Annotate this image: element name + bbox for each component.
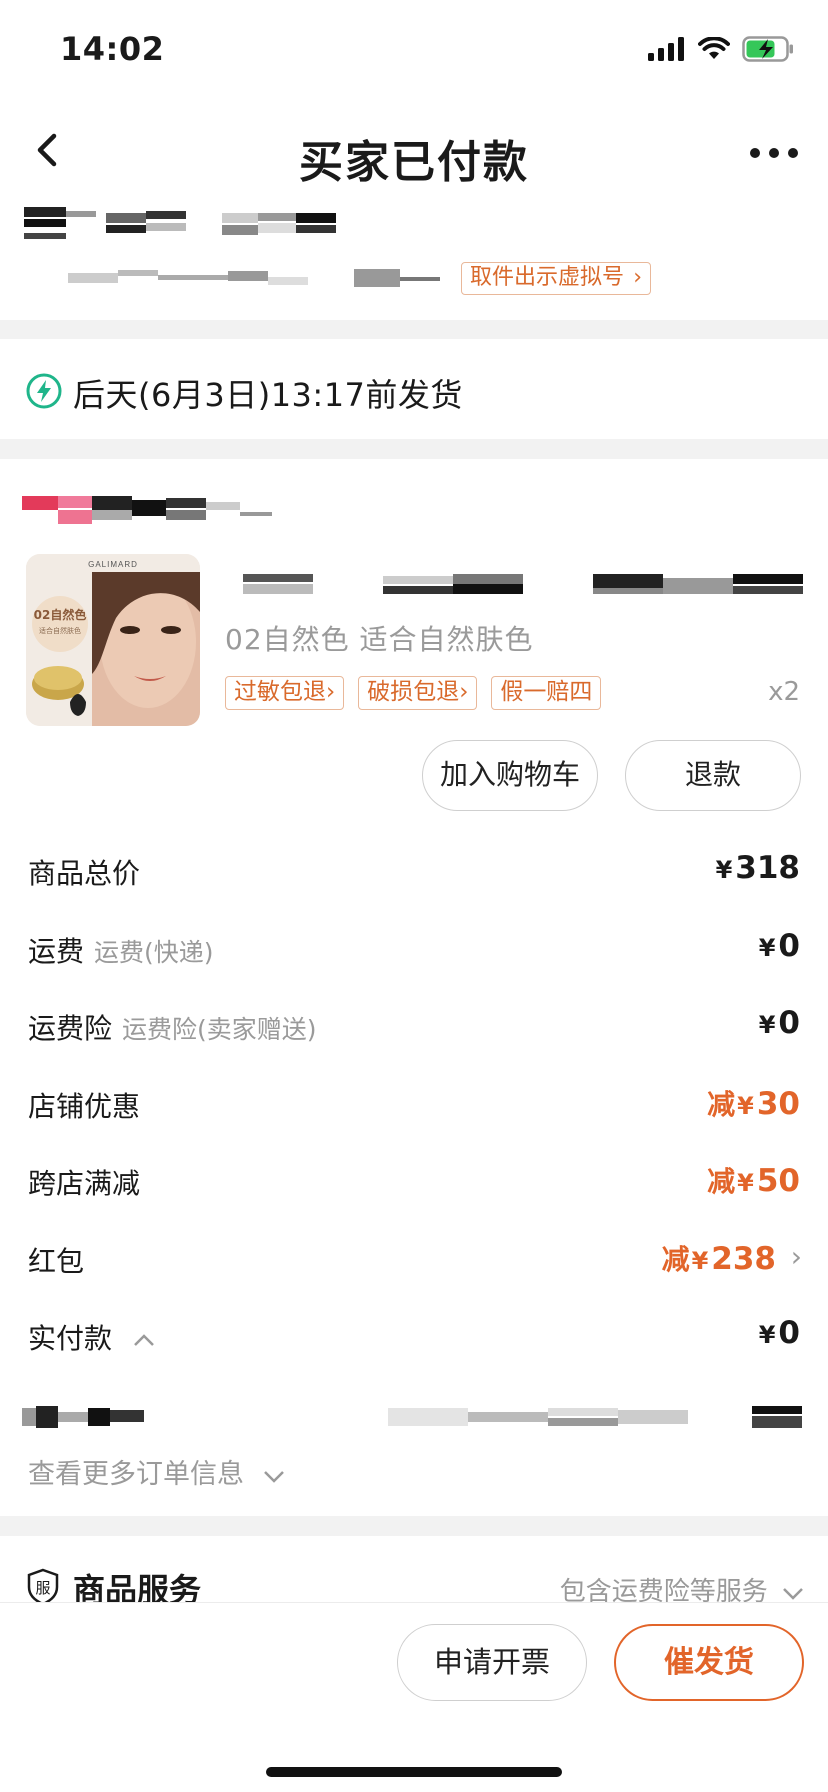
cross-store-label: 跨店满减	[28, 1167, 141, 1200]
product-spec: 02自然色 适合自然肤色	[225, 623, 534, 656]
wifi-icon	[698, 37, 730, 59]
cross-store-value: 减¥50	[707, 1163, 800, 1199]
price-row-shipping: 运费 运费(快递) ¥0	[0, 928, 828, 970]
paid-label: 实付款	[28, 1317, 155, 1357]
service-icon-char: 服	[35, 1579, 50, 1597]
shop-discount-value: 减¥30	[707, 1086, 800, 1122]
tag-allergy-return[interactable]: 过敏包退›	[225, 676, 345, 710]
price-row-red-packet[interactable]: 红包 减¥238 ›	[0, 1240, 828, 1280]
add-to-cart-button[interactable]: 加入购物车	[422, 740, 598, 811]
redacted-product-title	[243, 574, 803, 594]
shipping-fee-sub: 运费(快递)	[94, 938, 214, 967]
chevron-up-icon	[134, 1334, 154, 1346]
price-row-cross-store: 跨店满减 减¥50	[0, 1162, 828, 1202]
lightning-icon	[26, 373, 62, 409]
product-image[interactable]: GALIMARD 02自然色 适合自然肤色	[26, 554, 200, 726]
shipping-deadline: 后天(6月3日)13:17前发货	[73, 376, 463, 414]
chevron-down-icon	[783, 1587, 803, 1600]
subtotal-value: ¥318	[715, 850, 800, 886]
redacted-address-name	[24, 207, 336, 239]
more-order-info-toggle[interactable]: 查看更多订单信息	[28, 1452, 285, 1491]
price-row-subtotal: 商品总价 ¥318	[0, 850, 828, 892]
battery-charging-icon	[742, 36, 793, 62]
service-tags: 过敏包退› 破损包退› 假一赔四	[225, 676, 602, 710]
tag-damage-return[interactable]: 破损包退›	[358, 676, 478, 710]
virtual-number-button[interactable]: 取件出示虚拟号 ›	[461, 262, 652, 295]
home-indicator	[266, 1767, 562, 1777]
chevron-right-icon: ›	[633, 265, 643, 290]
product-image-shade: 02自然色	[33, 608, 87, 622]
status-bar: 14:02	[0, 0, 828, 100]
insurance-sub: 运费险(卖家赠送)	[122, 1015, 317, 1044]
virtual-number-label: 取件出示虚拟号	[470, 265, 625, 290]
status-time: 14:02	[60, 30, 165, 68]
signal-icon	[648, 37, 684, 61]
more-icon[interactable]	[750, 148, 798, 158]
insurance-label: 运费险 运费险(卖家赠送)	[28, 1012, 317, 1045]
redacted-address-line	[68, 269, 440, 287]
urge-shipping-button[interactable]: 催发货	[614, 1624, 804, 1701]
product-image-caption: 适合自然肤色	[39, 627, 81, 635]
refund-button[interactable]: 退款	[625, 740, 801, 811]
price-row-paid[interactable]: 实付款 ¥0	[0, 1315, 828, 1357]
price-row-shop-discount: 店铺优惠 减¥30	[0, 1085, 828, 1125]
red-packet-value: 减¥238	[661, 1241, 776, 1277]
status-icons	[648, 36, 794, 62]
request-invoice-button[interactable]: 申请开票	[397, 1624, 587, 1701]
tag-fake-compensation[interactable]: 假一赔四	[491, 676, 602, 710]
insurance-value: ¥0	[758, 1005, 800, 1041]
product-image-brand: GALIMARD	[88, 560, 138, 569]
page-title: 买家已付款	[299, 137, 529, 188]
address-card[interactable]	[0, 195, 828, 320]
redacted-order-info	[22, 1406, 802, 1428]
chevron-down-icon	[263, 1470, 284, 1483]
chevron-right-icon: ›	[790, 1240, 802, 1273]
shop-discount-label: 店铺优惠	[28, 1090, 141, 1123]
subtotal-label: 商品总价	[28, 857, 141, 890]
product-quantity: x2	[768, 677, 800, 707]
nav-bar: 买家已付款	[0, 100, 828, 210]
shipping-fee-value: ¥0	[758, 928, 800, 964]
redacted-shop-name	[22, 496, 272, 524]
price-row-shipping-insurance: 运费险 运费险(卖家赠送) ¥0	[0, 1005, 828, 1047]
red-packet-label: 红包	[28, 1245, 85, 1278]
paid-value: ¥0	[758, 1315, 800, 1351]
shipping-fee-label: 运费 运费(快递)	[28, 935, 214, 968]
shield-icon: 服	[27, 1568, 59, 1606]
